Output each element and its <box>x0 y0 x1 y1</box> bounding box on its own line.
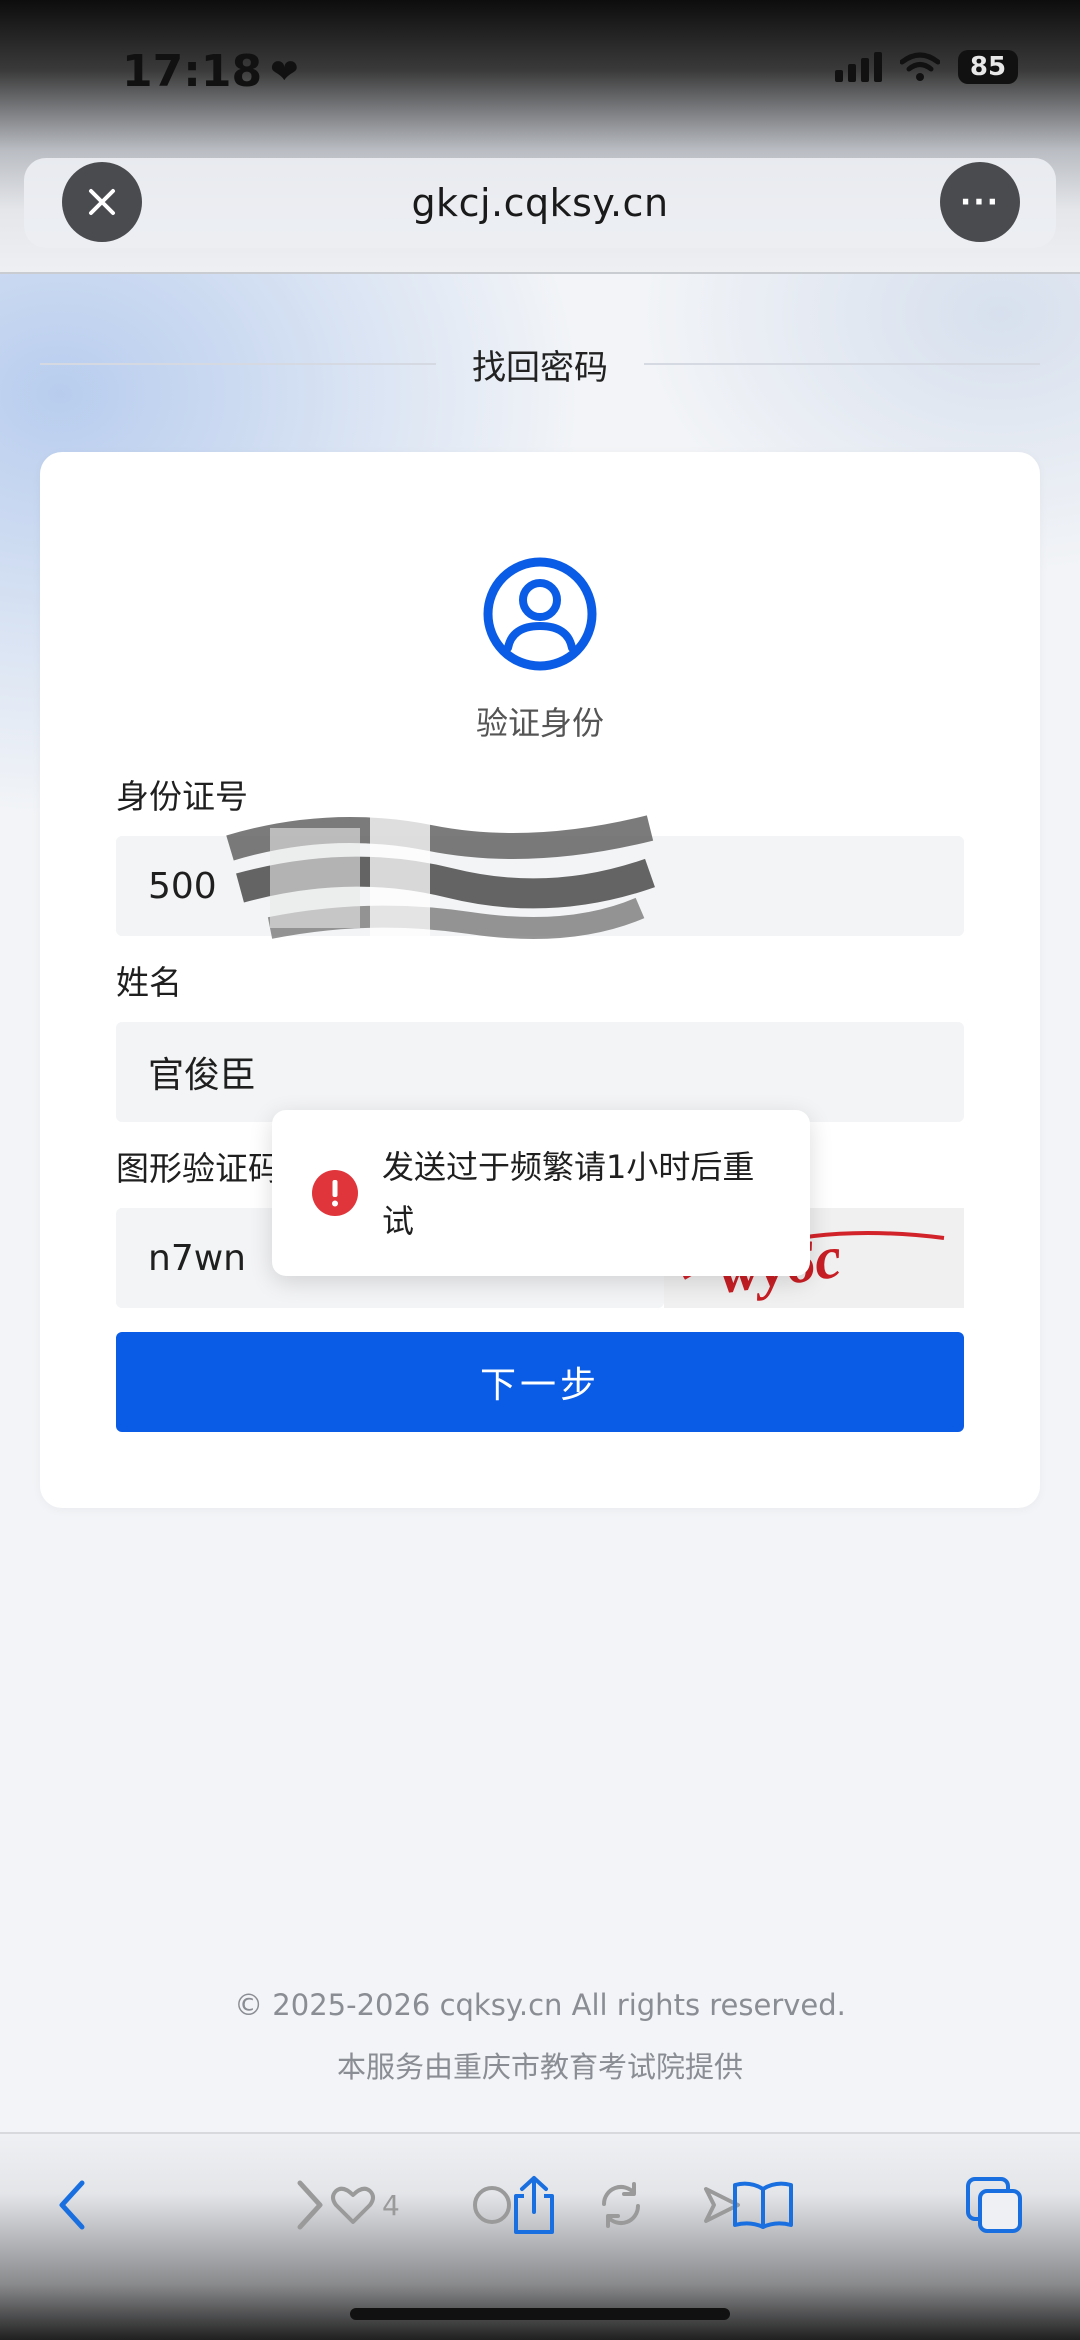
url-text[interactable]: gkcj.cqksy.cn <box>411 181 668 225</box>
card-subtitle: 验证身份 <box>475 704 604 742</box>
share-button[interactable] <box>508 2170 560 2240</box>
like-button[interactable]: 4 <box>330 2170 400 2240</box>
more-icon: ··· <box>959 184 1001 220</box>
name-value: 官俊臣 <box>148 1055 257 1096</box>
bookmarks-button[interactable] <box>730 2170 796 2240</box>
cellular-signal-icon <box>835 52 882 82</box>
title-divider-left <box>40 363 436 365</box>
refresh-button[interactable] <box>596 2170 646 2240</box>
copyright-text: © 2025-2026 cqksy.cn All rights reserved… <box>234 1988 846 2022</box>
error-toast: 发送过于频繁请1小时后重试 <box>272 1110 810 1276</box>
wifi-icon <box>900 52 940 81</box>
name-input[interactable]: 官俊臣 <box>116 1022 964 1122</box>
captcha-label: 图形验证码 <box>116 1149 281 1188</box>
redaction-scribble <box>226 808 655 948</box>
close-icon <box>89 189 115 215</box>
status-indicators: 85 <box>835 50 1018 84</box>
chevron-left-icon <box>59 2180 85 2230</box>
battery-indicator: 85 <box>958 50 1018 84</box>
heart-icon: ❤ <box>270 51 299 92</box>
close-button[interactable] <box>62 162 142 242</box>
verify-identity-card: 验证身份 身份证号 500 姓名 官俊臣 图形验证码 n7wn wy6c 下一步 <box>40 452 1040 1508</box>
error-icon <box>312 1170 358 1216</box>
captcha-value: n7wn <box>148 1237 246 1279</box>
share-icon <box>514 2176 554 2234</box>
tabs-button[interactable] <box>964 2170 1024 2240</box>
book-icon <box>733 2181 793 2229</box>
back-button[interactable] <box>52 2170 92 2240</box>
home-indicator <box>350 2308 730 2320</box>
title-divider-right <box>644 363 1040 365</box>
id-number-value: 500 <box>148 865 217 907</box>
provider-text: 本服务由重庆市教育考试院提供 <box>336 2050 743 2084</box>
more-options-button[interactable]: ··· <box>940 162 1020 242</box>
browser-top-area: 17:18 ❤ 85 gkcj.cqksy.cn ··· <box>0 0 1080 275</box>
status-time-text: 17:18 <box>122 46 263 97</box>
user-avatar-icon <box>483 557 597 671</box>
page-title-row: 找回密码 <box>40 344 1040 388</box>
refresh-icon <box>601 2182 641 2228</box>
address-bar[interactable]: gkcj.cqksy.cn <box>24 158 1056 248</box>
chevron-right-icon <box>297 2180 323 2230</box>
tabs-icon <box>966 2177 1022 2233</box>
toast-message: 发送过于频繁请1小时后重试 <box>382 1148 755 1240</box>
like-count: 4 <box>382 2188 400 2222</box>
name-label: 姓名 <box>116 963 182 1002</box>
forward-button[interactable] <box>290 2170 330 2240</box>
page-title: 找回密码 <box>472 347 608 388</box>
heart-outline-icon <box>331 2186 375 2224</box>
status-time: 17:18 ❤ <box>122 46 299 97</box>
next-step-button[interactable]: 下一步 <box>116 1332 964 1432</box>
